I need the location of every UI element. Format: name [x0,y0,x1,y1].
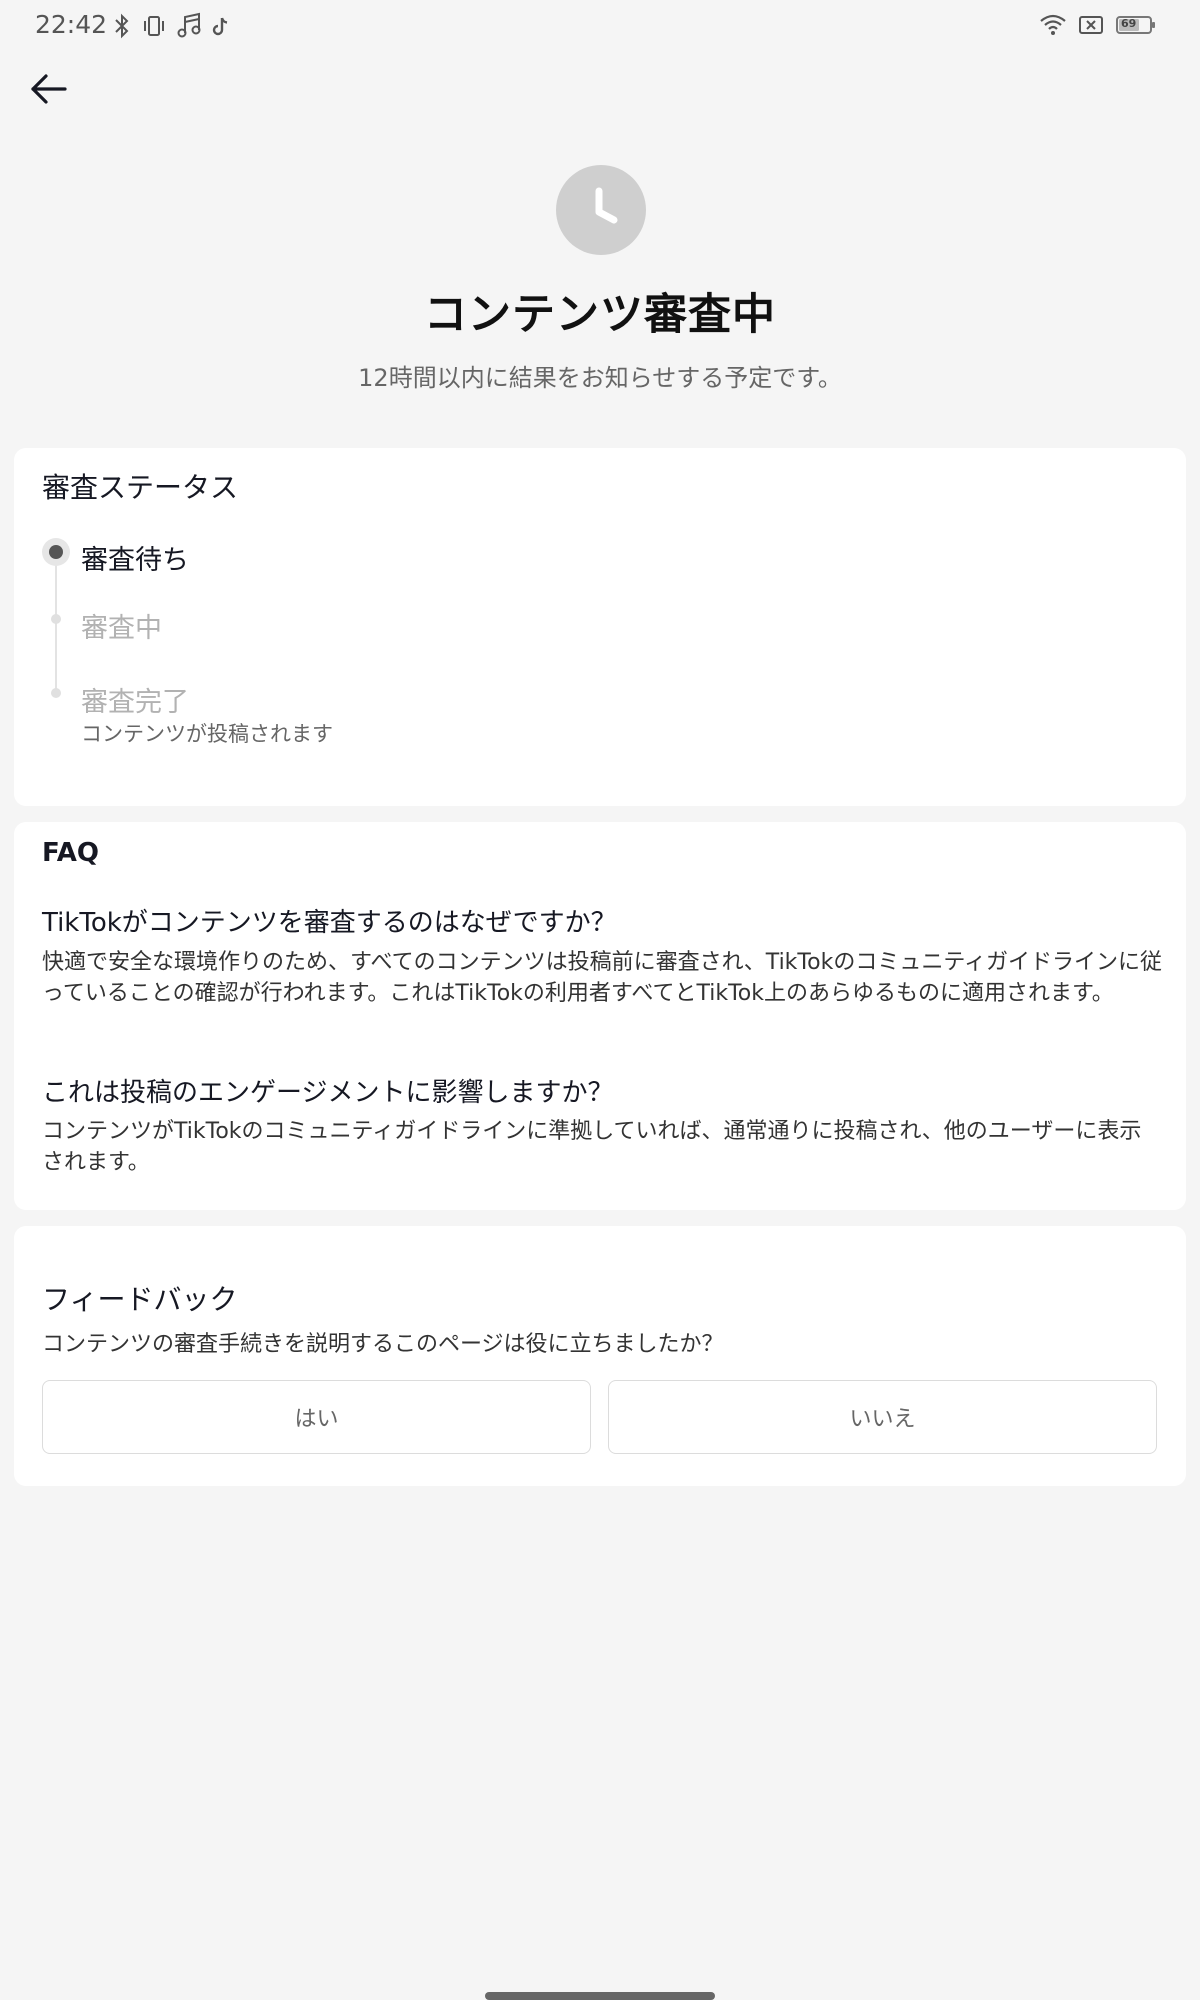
feedback-title: フィードバック [42,1283,238,1316]
status-bar: 22:42 69 [0,0,1200,54]
feedback-yes-button[interactable]: はい [42,1380,591,1454]
faq-answer-1: 快適で安全な環境作りのため、すべてのコンテンツは投稿前に審査され、TikTokの… [42,950,1162,1006]
tiktok-icon [212,15,230,37]
no-sim-icon [1078,14,1104,36]
step-label-pending: 審査待ち [81,545,189,576]
step-dot-pending [42,538,70,566]
review-status-title: 審査ステータス [42,471,239,504]
feedback-question: コンテンツの審査手続きを説明するこのページは役に立ちましたか？ [42,1332,724,1357]
faq-card: FAQ TikTokがコンテンツを審査するのはなぜですか？ 快適で安全な環境作り… [14,822,1186,1210]
home-indicator[interactable] [485,1992,715,2000]
battery-level: 69 [1121,17,1137,30]
step-dot-reviewing [51,614,61,624]
status-right-icons: 69 [1040,14,1156,36]
step-label-reviewing: 審査中 [81,613,162,644]
status-time: 22:42 [35,10,108,39]
review-status-card: 審査ステータス 審査待ち 審査中 審査完了 コンテンツが投稿されます [14,448,1186,806]
step-dot-complete [51,688,61,698]
clock-icon [556,165,646,255]
faq-answer-2: コンテンツがTikTokのコミュニティガイドラインに準拠していれば、通常通りに投… [42,1119,1142,1175]
step-label-complete: 審査完了 [81,687,189,718]
back-button[interactable] [26,66,72,112]
music-icon [176,12,202,40]
battery-icon: 69 [1116,14,1156,36]
vibrate-icon [142,13,166,39]
faq-question-2: これは投稿のエンゲージメントに影響しますか？ [42,1078,614,1108]
back-arrow-icon [29,73,69,105]
bluetooth-icon [112,13,132,39]
page-subtitle: 12時間以内に結果をお知らせする予定です。 [358,364,842,392]
status-left-icons [112,12,230,40]
wifi-icon [1040,14,1066,36]
step-description-complete: コンテンツが投稿されます [81,722,333,746]
feedback-card: フィードバック コンテンツの審査手続きを説明するこのページは役に立ちましたか？ … [14,1226,1186,1486]
page-title: コンテンツ審査中 [424,290,776,340]
feedback-no-button[interactable]: いいえ [608,1380,1157,1454]
faq-title: FAQ [42,838,100,868]
timeline-line [55,560,57,690]
faq-question-1: TikTokがコンテンツを審査するのはなぜですか？ [42,908,617,938]
